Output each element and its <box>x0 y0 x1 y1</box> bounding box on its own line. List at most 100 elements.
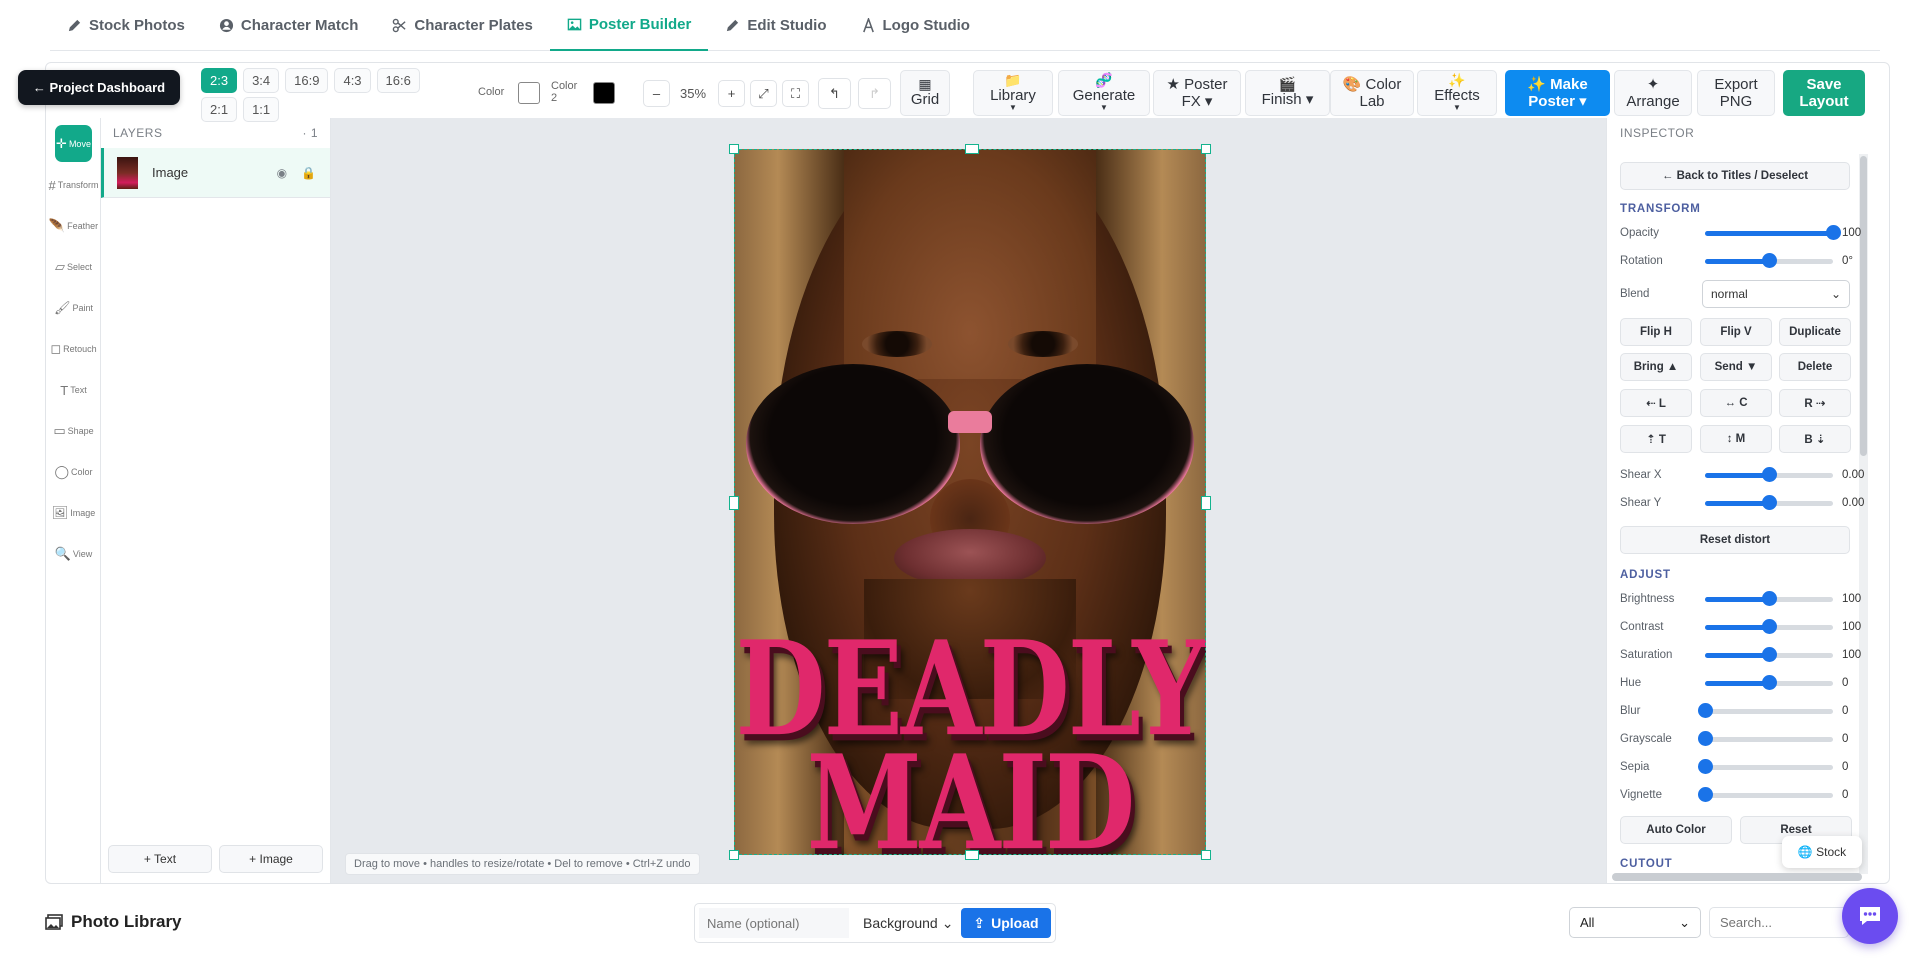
resize-handle-s[interactable] <box>965 850 979 860</box>
tool-feather[interactable]: 🪶 Feather <box>46 208 101 244</box>
export-png-button[interactable]: Export PNG <box>1697 70 1775 116</box>
align-center-button[interactable]: ↔ C <box>1700 389 1772 417</box>
tab-stock-photos[interactable]: Stock Photos <box>50 0 202 51</box>
delete-button[interactable]: Delete <box>1779 353 1851 381</box>
tool-text[interactable]: T Text <box>46 372 101 408</box>
magnifier-icon: 🔍 <box>54 546 71 561</box>
poster-fx-button[interactable]: ★ Poster FX ▾ <box>1153 70 1241 116</box>
align-top-button[interactable]: ⇡ T <box>1620 425 1692 453</box>
resize-handle-w[interactable] <box>729 496 739 510</box>
inspector-hscrollbar[interactable] <box>1612 873 1862 881</box>
stock-chip[interactable]: 🌐 Stock <box>1782 836 1862 868</box>
flip-h-button[interactable]: Flip H <box>1620 318 1692 346</box>
effects-button[interactable]: ✨ Effects ▼ <box>1417 70 1497 116</box>
ratio-4-3[interactable]: 4:3 <box>334 68 371 93</box>
tab-character-match[interactable]: Character Match <box>202 0 376 51</box>
color2-swatch[interactable] <box>593 82 615 104</box>
saturation-slider[interactable] <box>1705 647 1833 662</box>
tool-rail: ✛ Move # Transform 🪶 Feather ▱ Select 🖌 Paint… <box>46 118 101 883</box>
visibility-icon[interactable]: ◉ <box>277 166 287 180</box>
tool-select[interactable]: ▱ Select <box>46 249 101 285</box>
redo-icon[interactable]: ↱ <box>858 78 891 109</box>
fit-icon[interactable]: ⤢ <box>750 80 777 107</box>
ratio-16-9[interactable]: 16:9 <box>285 68 329 93</box>
tool-move[interactable]: ✛ Move <box>55 125 92 162</box>
resize-handle-nw[interactable] <box>729 144 739 154</box>
bring-forward-button[interactable]: Bring ▲ <box>1620 353 1692 381</box>
resize-handle-se[interactable] <box>1201 850 1211 860</box>
hue-slider[interactable] <box>1705 675 1833 690</box>
contrast-slider[interactable] <box>1705 619 1833 634</box>
layer-row[interactable]: Image ◉ 🔒 <box>101 148 330 198</box>
blur-slider[interactable] <box>1698 703 1833 718</box>
color1-swatch[interactable] <box>518 82 540 104</box>
align-bottom-button[interactable]: B ⇣ <box>1779 425 1851 453</box>
undo-icon[interactable]: ↰ <box>818 78 851 109</box>
align-middle-button[interactable]: ↕ M <box>1700 425 1772 453</box>
poster-image[interactable]: DEADLY MAID <box>734 149 1206 855</box>
tab-edit-studio[interactable]: Edit Studio <box>708 0 843 51</box>
add-image-layer-button[interactable]: + Image <box>219 845 323 873</box>
auto-color-button[interactable]: Auto Color <box>1620 816 1732 844</box>
tab-poster-builder[interactable]: Poster Builder <box>549 0 709 51</box>
blend-select[interactable]: normal ⌄ <box>1702 280 1850 308</box>
tool-color[interactable]: ◯ Color <box>46 454 101 490</box>
arrange-button[interactable]: ✦ Arrange <box>1614 70 1692 116</box>
flip-v-button[interactable]: Flip V <box>1700 318 1772 346</box>
ratio-16-6[interactable]: 16:6 <box>376 68 420 93</box>
generate-button[interactable]: 🧬 Generate ▼ <box>1058 70 1150 116</box>
align-left-button[interactable]: ⇠ L <box>1620 389 1692 417</box>
tool-transform[interactable]: # Transform <box>46 167 101 203</box>
sparkles-icon: ✨ <box>1448 72 1466 88</box>
brightness-slider[interactable] <box>1705 591 1833 606</box>
tab-character-plates[interactable]: Character Plates <box>375 0 549 51</box>
library-filter-select[interactable]: All ⌄ <box>1569 907 1701 938</box>
save-layout-button[interactable]: Save Layout <box>1783 70 1865 116</box>
inspector-scrollbar[interactable] <box>1859 154 1868 874</box>
reset-distort-button[interactable]: Reset distort <box>1620 526 1850 554</box>
tool-view[interactable]: 🔍 View <box>46 536 101 572</box>
pencil-icon <box>727 19 739 32</box>
sepia-slider[interactable] <box>1698 759 1833 774</box>
library-button[interactable]: 📁 Library ▼ <box>973 70 1053 116</box>
upload-button[interactable]: ⇪ Upload <box>960 908 1051 938</box>
sparkle-icon: ✦ <box>1646 76 1660 93</box>
resize-handle-sw[interactable] <box>729 850 739 860</box>
tab-label: Logo Studio <box>882 17 970 34</box>
chat-bubble-icon <box>1860 907 1880 925</box>
tab-logo-studio[interactable]: Logo Studio <box>844 0 987 51</box>
grid-button[interactable]: ▦ Grid <box>900 70 950 116</box>
chat-button[interactable] <box>1842 888 1898 944</box>
shear-x-slider[interactable] <box>1705 467 1833 482</box>
fullscreen-icon[interactable]: ⛶ <box>782 80 809 107</box>
tool-image[interactable]: 🖼 Image <box>46 495 101 531</box>
vignette-slider[interactable] <box>1698 787 1833 802</box>
finish-button[interactable]: 🎬 Finish ▾ <box>1245 70 1330 116</box>
back-to-titles-button[interactable]: ← Back to Titles / Deselect <box>1620 162 1850 190</box>
shear-y-slider[interactable] <box>1705 495 1833 510</box>
tool-paint[interactable]: 🖌 Paint <box>46 290 101 326</box>
resize-handle-n[interactable] <box>965 144 979 154</box>
project-dashboard-button[interactable]: ← Project Dashboard <box>18 70 180 105</box>
duplicate-button[interactable]: Duplicate <box>1779 318 1851 346</box>
tool-retouch[interactable]: ◻ Retouch <box>46 331 101 367</box>
category-select[interactable]: Background ⌄ <box>853 915 957 932</box>
ratio-2-3[interactable]: 2:3 <box>201 68 238 93</box>
lock-icon[interactable]: 🔒 <box>301 166 316 180</box>
library-search-input[interactable] <box>1709 907 1849 938</box>
align-right-button[interactable]: R ⇢ <box>1779 389 1851 417</box>
add-text-layer-button[interactable]: + Text <box>108 845 212 873</box>
color-lab-button[interactable]: 🎨 Color Lab <box>1330 70 1414 116</box>
grayscale-slider[interactable] <box>1698 731 1833 746</box>
zoom-in-button[interactable]: + <box>718 80 745 107</box>
send-backward-button[interactable]: Send ▼ <box>1700 353 1772 381</box>
photo-name-input[interactable] <box>699 908 849 938</box>
tool-shape[interactable]: ▭ Shape <box>46 413 101 449</box>
resize-handle-e[interactable] <box>1201 496 1211 510</box>
make-poster-button[interactable]: ✨ Make Poster ▾ <box>1505 70 1610 116</box>
rotation-slider[interactable] <box>1705 253 1833 268</box>
resize-handle-ne[interactable] <box>1201 144 1211 154</box>
opacity-slider[interactable] <box>1705 225 1841 240</box>
ratio-3-4[interactable]: 3:4 <box>243 68 280 93</box>
zoom-out-button[interactable]: – <box>643 80 670 107</box>
